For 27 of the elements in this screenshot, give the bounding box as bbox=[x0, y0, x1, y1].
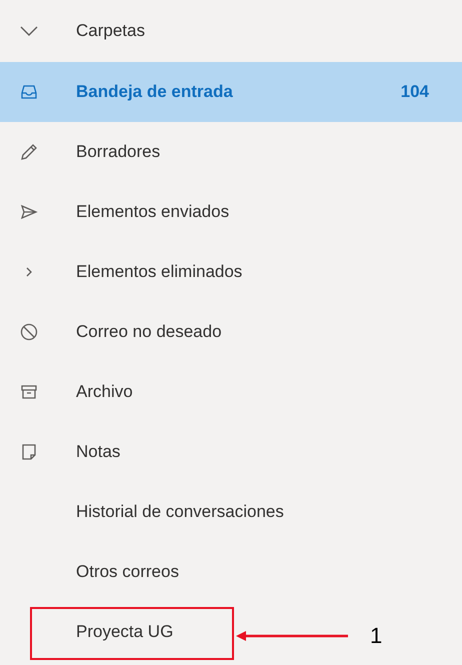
folder-name: Proyecta UG bbox=[76, 622, 174, 641]
folder-item[interactable]: Elementos enviados bbox=[0, 182, 462, 242]
folder-item[interactable]: Borradores bbox=[0, 122, 462, 182]
chevron-down-icon[interactable] bbox=[19, 25, 39, 37]
folder-name: Elementos enviados bbox=[76, 202, 230, 221]
folder-item[interactable]: Otros correos bbox=[0, 542, 462, 602]
section-title: Carpetas bbox=[76, 20, 145, 42]
folder-name: Notas bbox=[76, 442, 120, 461]
folder-item[interactable]: Correo no deseado bbox=[0, 302, 462, 362]
unread-count: 104 bbox=[400, 81, 429, 104]
folder-name: Correo no deseado bbox=[76, 322, 222, 341]
folder-item[interactable]: Proyecta UG bbox=[0, 602, 232, 662]
arrow-icon bbox=[236, 630, 348, 642]
folder-item[interactable]: Elementos eliminados bbox=[0, 242, 462, 302]
folder-item[interactable]: Historial de conversaciones bbox=[0, 482, 462, 542]
callout-number: 1 bbox=[370, 622, 382, 650]
send-icon bbox=[19, 202, 39, 222]
folder-name: Historial de conversaciones bbox=[76, 502, 284, 521]
folder-name: Otros correos bbox=[76, 562, 179, 581]
folder-name: Elementos eliminados bbox=[76, 262, 242, 281]
folder-name: Borradores bbox=[76, 142, 160, 161]
folder-name: Archivo bbox=[76, 382, 133, 401]
folder-item[interactable]: Archivo bbox=[0, 362, 462, 422]
folder-item[interactable]: Notas bbox=[0, 422, 462, 482]
folder-name: Bandeja de entrada bbox=[76, 82, 233, 101]
pencil-icon bbox=[19, 142, 39, 162]
blocked-icon bbox=[19, 322, 39, 342]
